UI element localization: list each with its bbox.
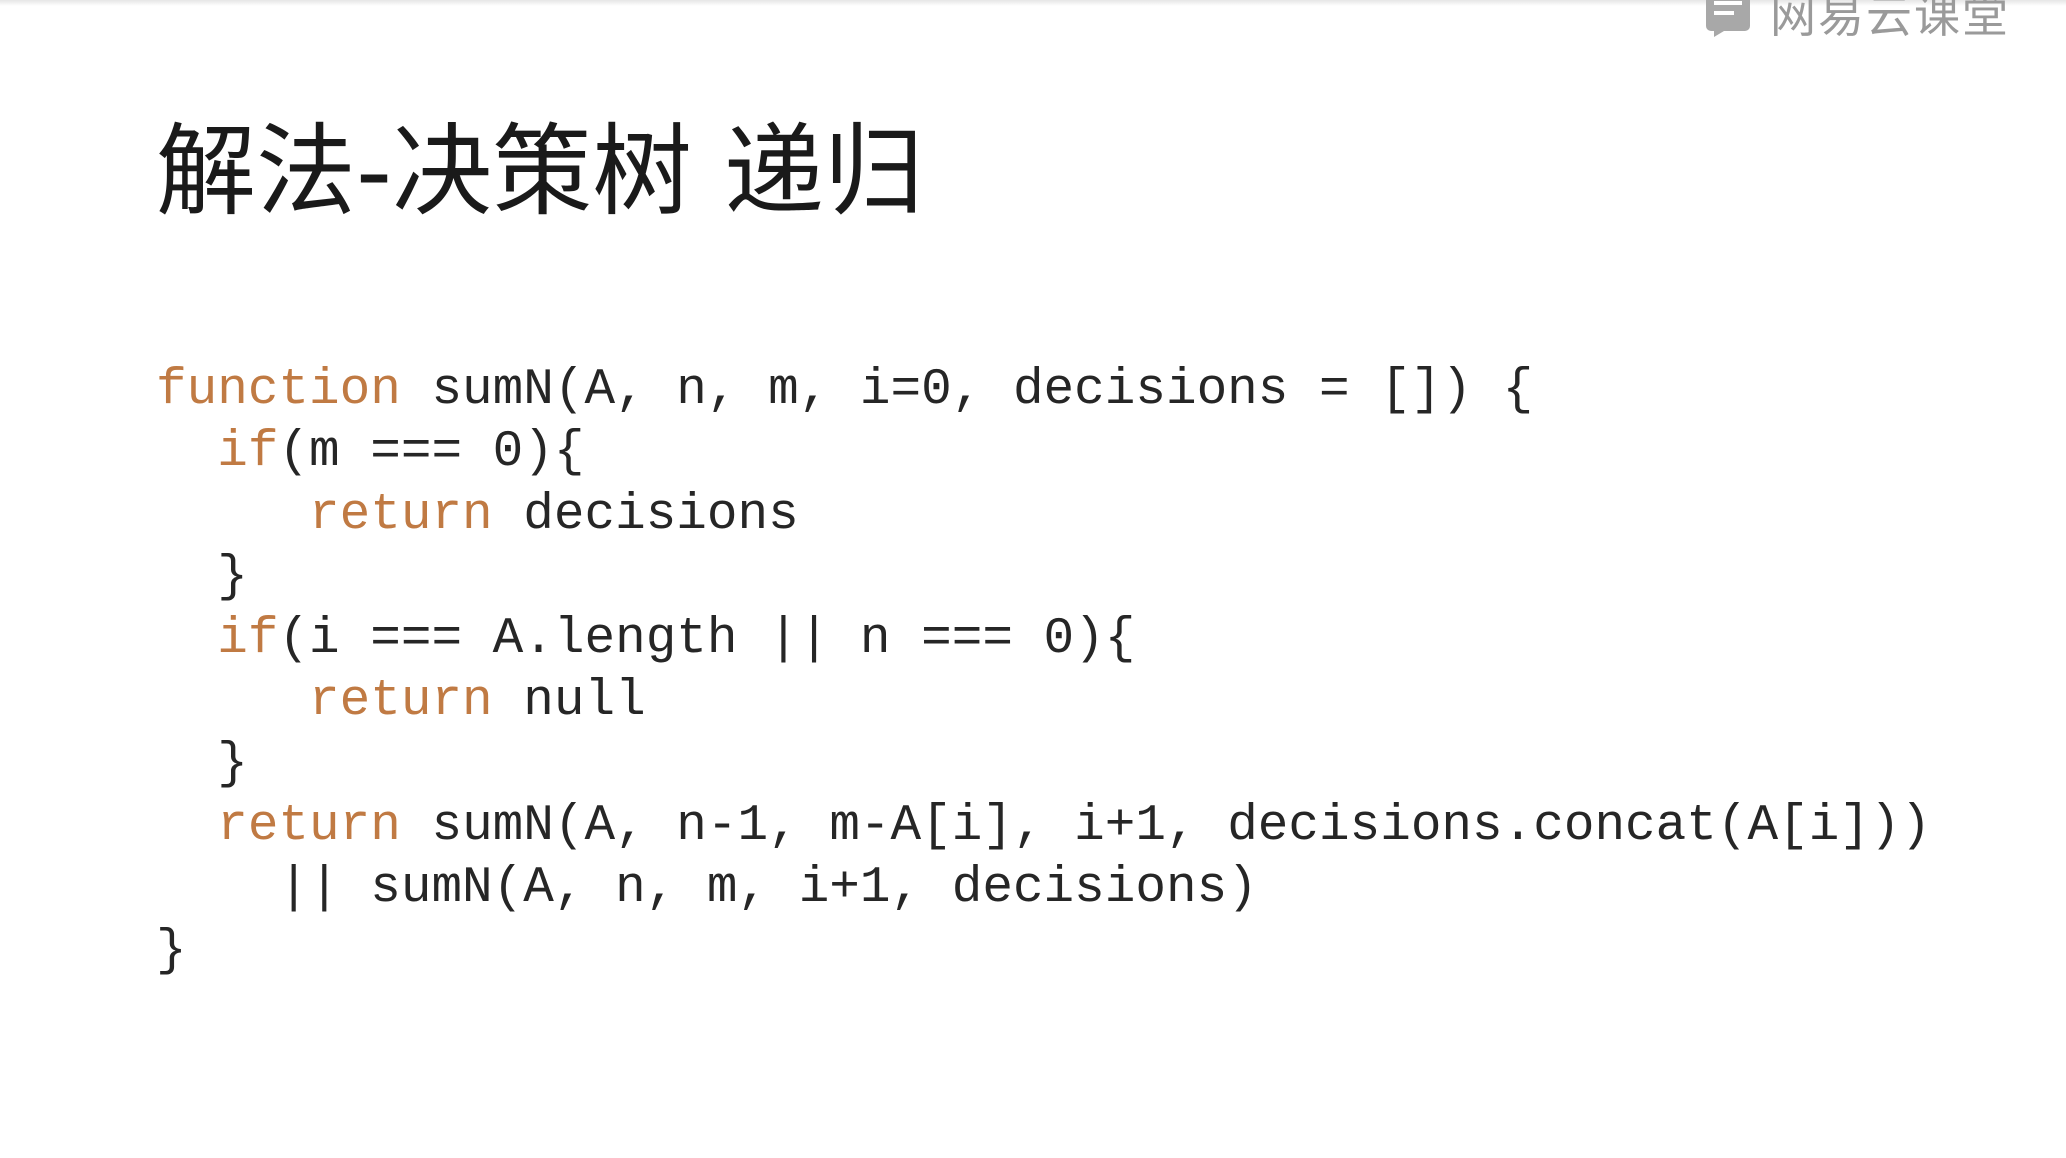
code-text: decisions	[492, 486, 799, 544]
code-line: if(i === A.length || n === 0){	[156, 609, 1931, 671]
code-line: if(m === 0){	[156, 422, 1931, 484]
code-keyword: return	[309, 486, 493, 544]
code-line: return null	[156, 671, 1931, 733]
code-text: sumN(A, n, m, i=0, decisions = []) {	[400, 362, 1534, 419]
code-text: null	[492, 673, 646, 731]
code-text: }	[156, 922, 187, 980]
code-block: function sumN(A, n, m, i=0, decisions = …	[156, 360, 1931, 983]
watermark-text: 网易云课堂	[1770, 0, 2010, 43]
code-text: }	[217, 548, 248, 606]
code-line: function sumN(A, n, m, i=0, decisions = …	[156, 360, 1931, 422]
code-line: return decisions	[156, 485, 1931, 547]
code-line: }	[156, 547, 1931, 609]
code-text: (i === A.length || n === 0){	[278, 611, 1136, 669]
code-line: return sumN(A, n-1, m-A[i], i+1, decisio…	[156, 796, 1931, 858]
code-text: sumN(A, n-1, m-A[i], i+1, decisions.conc…	[400, 798, 1932, 856]
code-text: || sumN(A, n, m, i+1, decisions)	[278, 860, 1258, 918]
code-keyword: function	[156, 362, 401, 419]
code-keyword: return	[217, 798, 401, 856]
watermark: 网易云课堂	[1704, 0, 2010, 43]
slide-title: 解法-决策树 递归	[156, 113, 924, 230]
code-text: }	[217, 735, 248, 793]
code-line: }	[156, 734, 1931, 796]
code-text: (m === 0){	[278, 424, 585, 482]
code-keyword: if	[217, 424, 279, 482]
book-icon	[1704, 0, 1756, 37]
code-line: || sumN(A, n, m, i+1, decisions)	[156, 858, 1931, 920]
slide: 网易云课堂 解法-决策树 递归 function sumN(A, n, m, i…	[0, 0, 2066, 1158]
code-keyword: return	[309, 673, 493, 731]
code-keyword: if	[217, 611, 279, 669]
code-line: }	[156, 921, 1931, 983]
